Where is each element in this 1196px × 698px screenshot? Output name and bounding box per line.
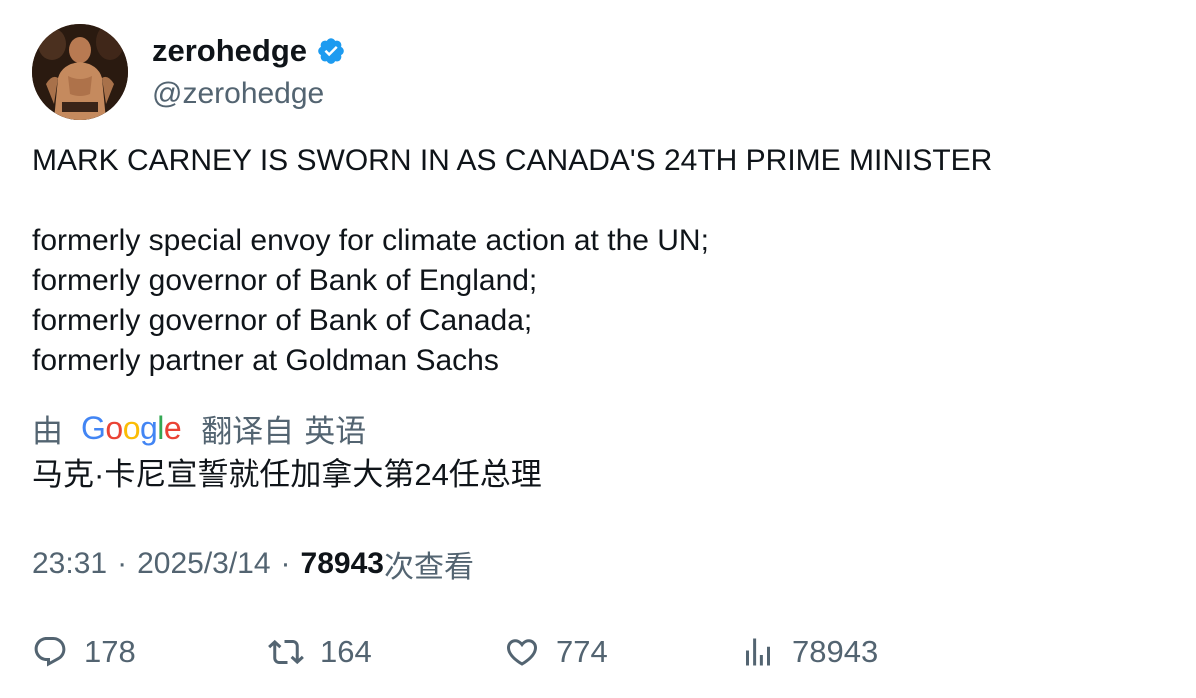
tweet-time[interactable]: 23:31 <box>32 547 107 581</box>
verified-badge-icon <box>316 36 346 66</box>
views-button[interactable]: 78943 <box>740 630 878 674</box>
tweet-meta: 23:31 · 2025/3/14 · 78943 次查看 <box>32 544 474 584</box>
author-display-name[interactable]: zerohedge <box>152 33 307 69</box>
tweet-date[interactable]: 2025/3/14 <box>137 547 270 581</box>
author-avatar[interactable] <box>32 24 128 120</box>
meta-separator: · <box>117 547 128 580</box>
source-language: 英语 <box>304 413 367 449</box>
meta-separator: · <box>280 547 291 580</box>
views-label: 次查看 <box>383 551 474 584</box>
tweet-text: MARK CARNEY IS SWORN IN AS CANADA'S 24TH… <box>32 144 993 377</box>
author-handle[interactable]: @zerohedge <box>152 77 346 111</box>
heart-icon <box>506 639 538 666</box>
retweet-count: 164 <box>320 634 372 669</box>
views-action-count: 78943 <box>792 634 879 669</box>
reply-count: 178 <box>84 634 136 669</box>
views-count: 78943 <box>300 547 384 580</box>
like-button[interactable]: 774 <box>504 630 608 674</box>
translated-by-label: 由 <box>32 413 63 449</box>
google-logo[interactable]: Google <box>81 410 182 447</box>
analytics-icon <box>746 638 770 666</box>
translated-text: 马克·卡尼宣誓就任加拿大第24任总理 <box>32 457 542 492</box>
tweet-actions: 178 164 774 78943 <box>32 630 1132 674</box>
reply-icon <box>34 637 66 667</box>
avatar-photo <box>32 24 128 120</box>
translated-from-label: 翻译自 <box>201 413 295 449</box>
reply-button[interactable]: 178 <box>32 630 136 674</box>
retweet-icon <box>268 639 304 665</box>
translation-attribution: 由 Google 翻译自 英语 <box>32 407 366 449</box>
retweet-button[interactable]: 164 <box>268 630 372 674</box>
like-count: 774 <box>556 634 608 669</box>
tweet-header: zerohedge @zerohedge <box>32 24 346 120</box>
